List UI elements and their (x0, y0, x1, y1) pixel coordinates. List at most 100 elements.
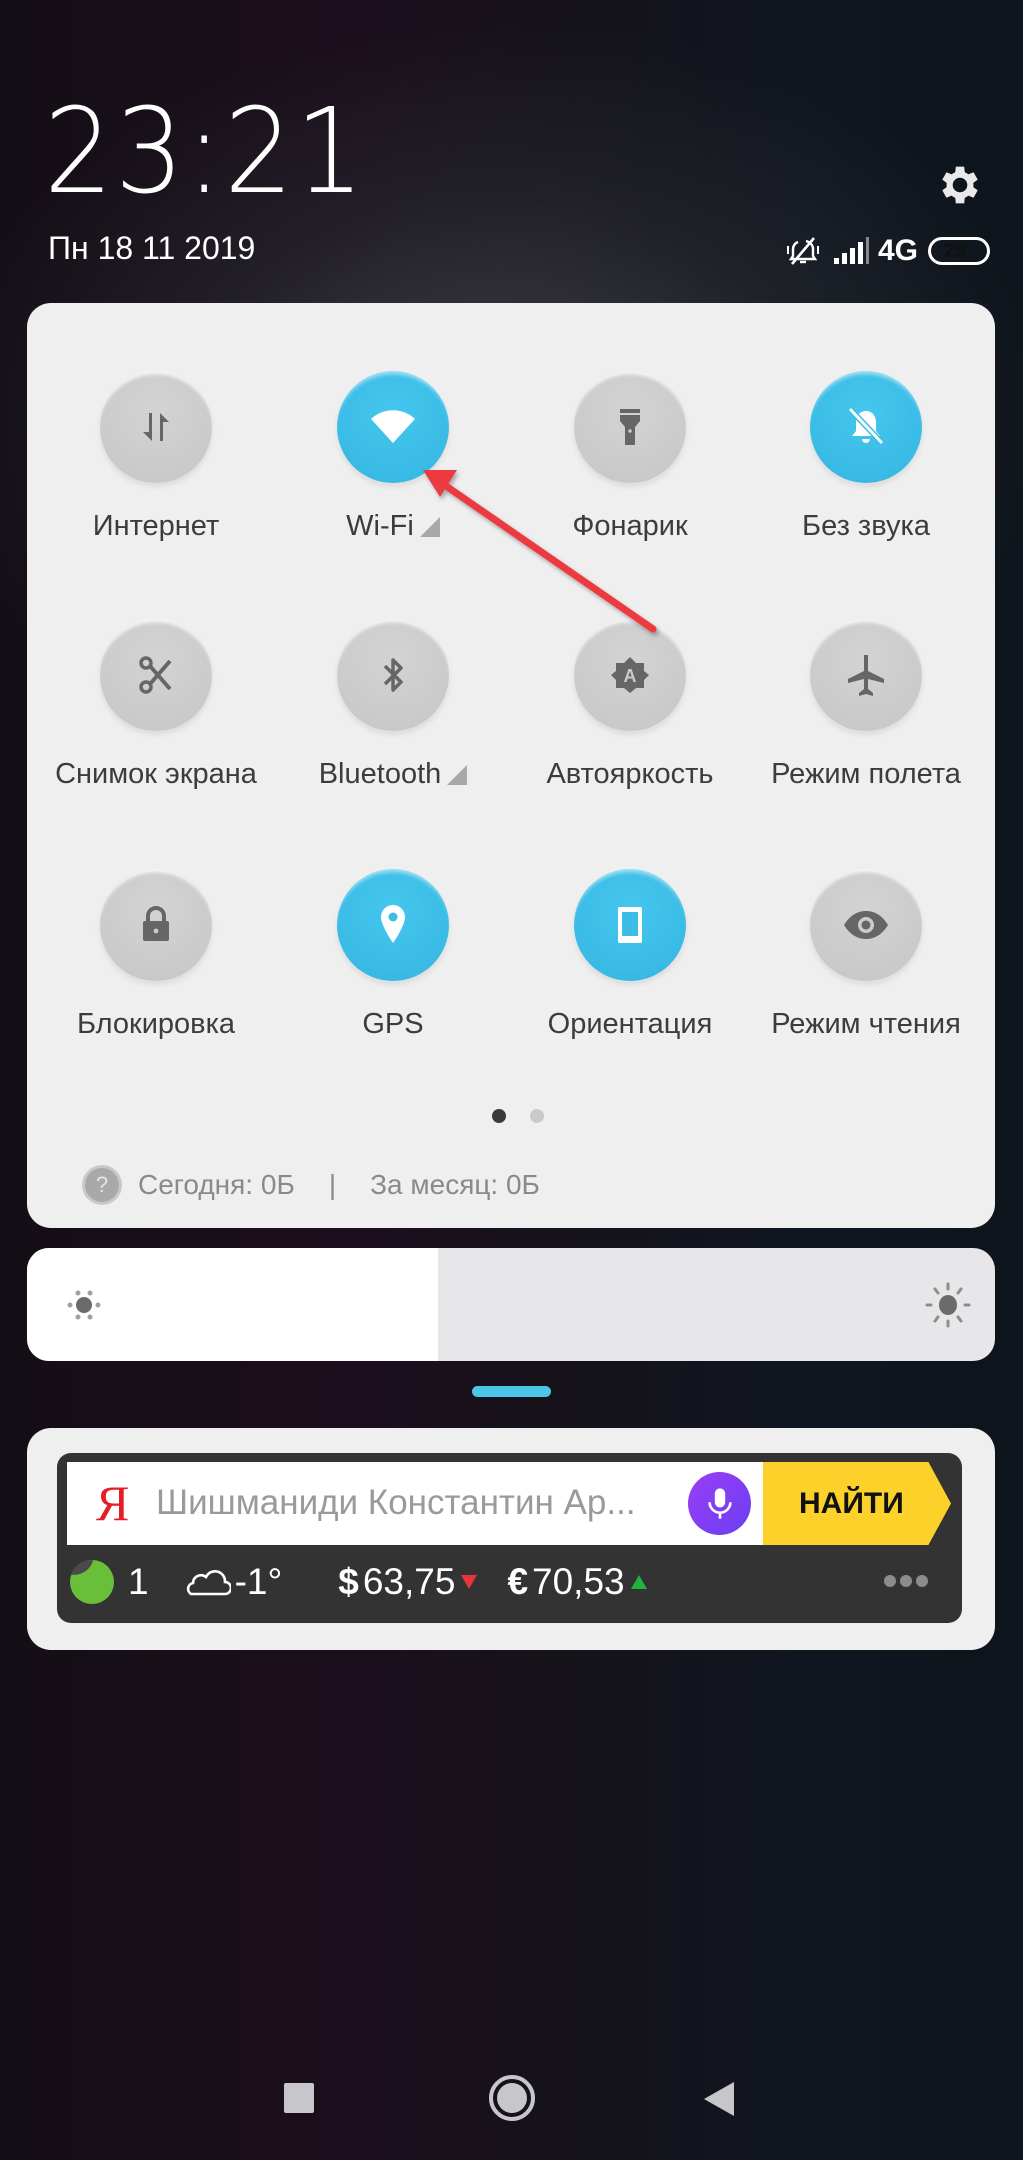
tile-label-text: Wi-Fi (346, 510, 414, 542)
microphone-icon (707, 1487, 732, 1519)
home-button[interactable] (489, 2075, 535, 2121)
tile-label-text: Bluetooth (318, 758, 442, 790)
tile-location-pin-toggle[interactable] (337, 869, 449, 981)
tile-mobile-data[interactable]: Интернет (41, 371, 271, 543)
tile-auto-brightness-toggle[interactable]: A (574, 619, 686, 731)
battery-level: 29 (943, 240, 967, 262)
tile-rotation[interactable]: Ориентация (515, 869, 745, 1041)
tile-label-text: Автояркость (546, 758, 714, 790)
tile-label[interactable]: Режим полета (751, 757, 981, 791)
tile-eye[interactable]: Режим чтения (751, 869, 981, 1041)
clock[interactable]: 23:21 (44, 92, 366, 210)
tile-eye-toggle[interactable] (810, 869, 922, 981)
tile-bluetooth[interactable]: Bluetooth (278, 619, 508, 791)
airplane-icon (838, 647, 894, 703)
tile-label[interactable]: Фонарик (515, 509, 745, 543)
tile-label-text: Фонарик (572, 510, 688, 542)
tile-label-text: Снимок экрана (55, 758, 257, 790)
vibrate-mute-icon (786, 234, 820, 268)
tile-lock[interactable]: Блокировка (41, 869, 271, 1041)
drag-handle[interactable] (472, 1386, 551, 1397)
flashlight-icon (602, 399, 658, 455)
tile-lock-toggle[interactable] (100, 869, 212, 981)
tile-airplane-toggle[interactable] (810, 619, 922, 731)
tile-auto-brightness[interactable]: A Автояркость (515, 619, 745, 791)
page-dot-2[interactable] (529, 1109, 544, 1123)
tile-label-text: Режим чтения (771, 1008, 961, 1040)
tile-label-text: Блокировка (76, 1008, 236, 1040)
tile-label[interactable]: GPS (278, 1007, 508, 1041)
eur-rate[interactable]: 70,53 (532, 1561, 625, 1603)
brightness-low-icon (67, 1288, 101, 1322)
tile-bell-off[interactable]: Без звука (751, 371, 981, 543)
tile-flashlight-toggle[interactable] (574, 371, 686, 483)
yandex-logo[interactable]: Я (96, 1473, 129, 1533)
tile-airplane[interactable]: Режим полета (751, 619, 981, 791)
tile-label[interactable]: Без звука (751, 509, 981, 543)
eur-symbol: € (507, 1561, 529, 1602)
eye-icon (838, 897, 894, 953)
tile-scissors[interactable]: Снимок экрана (41, 619, 271, 791)
tile-mobile-data-toggle[interactable] (100, 371, 212, 483)
auto-brightness-icon: A (602, 647, 658, 703)
tile-label-text: Без звука (802, 510, 930, 542)
tile-label[interactable]: Блокировка (41, 1007, 271, 1041)
microphone-button[interactable] (688, 1472, 751, 1535)
page-dot-1[interactable] (491, 1109, 506, 1123)
signal-icon (833, 236, 873, 266)
tile-label-text: Интернет (92, 510, 220, 542)
tile-bell-off-toggle[interactable] (810, 371, 922, 483)
yandex-informers: 1 -1° $ 63,75 € 70,53 (70, 1556, 647, 1608)
weather-temp[interactable]: -1° (235, 1561, 283, 1603)
expand-corner-icon[interactable] (447, 765, 468, 785)
tile-label-text: Режим полета (771, 758, 961, 790)
tile-label[interactable]: Режим чтения (751, 1007, 981, 1041)
help-icon[interactable]: ? (82, 1165, 122, 1205)
tile-rotation-toggle[interactable] (574, 869, 686, 981)
location-pin-icon (365, 897, 421, 953)
tile-label[interactable]: Снимок экрана (41, 757, 271, 791)
tile-label[interactable]: Интернет (41, 509, 271, 543)
cloud-icon[interactable] (185, 1567, 231, 1597)
find-button[interactable]: НАЙТИ (763, 1462, 951, 1545)
network-type: 4G (878, 234, 919, 267)
traffic-icon[interactable] (70, 1560, 114, 1604)
tile-label[interactable]: Ориентация (515, 1007, 745, 1041)
usage-today: Сегодня: 0Б (138, 1169, 295, 1200)
tile-wifi-toggle[interactable] (337, 371, 449, 483)
date[interactable]: Пн 18 11 2019 (48, 232, 255, 264)
trend-up-icon (630, 1575, 647, 1589)
expand-corner-icon[interactable] (419, 517, 440, 537)
tile-label[interactable]: Автояркость (515, 757, 745, 791)
settings-gear-icon[interactable] (935, 160, 985, 210)
tile-scissors-toggle[interactable] (100, 619, 212, 731)
rotation-icon (602, 897, 658, 953)
data-usage[interactable]: ? Сегодня: 0Б | За месяц: 0Б (82, 1164, 540, 1206)
usage-separator: | (328, 1169, 337, 1200)
wifi-icon (365, 399, 421, 455)
back-button[interactable] (704, 2082, 734, 2116)
bell-off-icon (838, 399, 894, 455)
usd-rate[interactable]: 63,75 (363, 1561, 456, 1603)
scissors-icon (128, 647, 184, 703)
tile-label[interactable]: Bluetooth (278, 757, 508, 791)
battery-indicator: 29 (928, 237, 990, 265)
mobile-data-icon (128, 399, 184, 455)
recent-apps-button[interactable] (284, 2083, 314, 2113)
usage-month: За месяц: 0Б (370, 1169, 540, 1200)
tile-wifi[interactable]: Wi-Fi (278, 371, 508, 543)
tile-label-text: Ориентация (547, 1008, 713, 1040)
tile-bluetooth-toggle[interactable] (337, 619, 449, 731)
traffic-score[interactable]: 1 (128, 1561, 149, 1603)
tile-label-text: GPS (362, 1008, 424, 1040)
yandex-search-input[interactable]: Шишманиди Константин Ар... (156, 1478, 676, 1528)
lock-icon (128, 897, 184, 953)
trend-down-icon (461, 1575, 478, 1589)
tile-location-pin[interactable]: GPS (278, 869, 508, 1041)
usd-symbol: $ (338, 1561, 359, 1602)
brightness-slider[interactable] (27, 1248, 995, 1361)
more-icon[interactable] (884, 1575, 928, 1587)
tile-label[interactable]: Wi-Fi (278, 509, 508, 543)
bluetooth-icon (365, 647, 421, 703)
tile-flashlight[interactable]: Фонарик (515, 371, 745, 543)
